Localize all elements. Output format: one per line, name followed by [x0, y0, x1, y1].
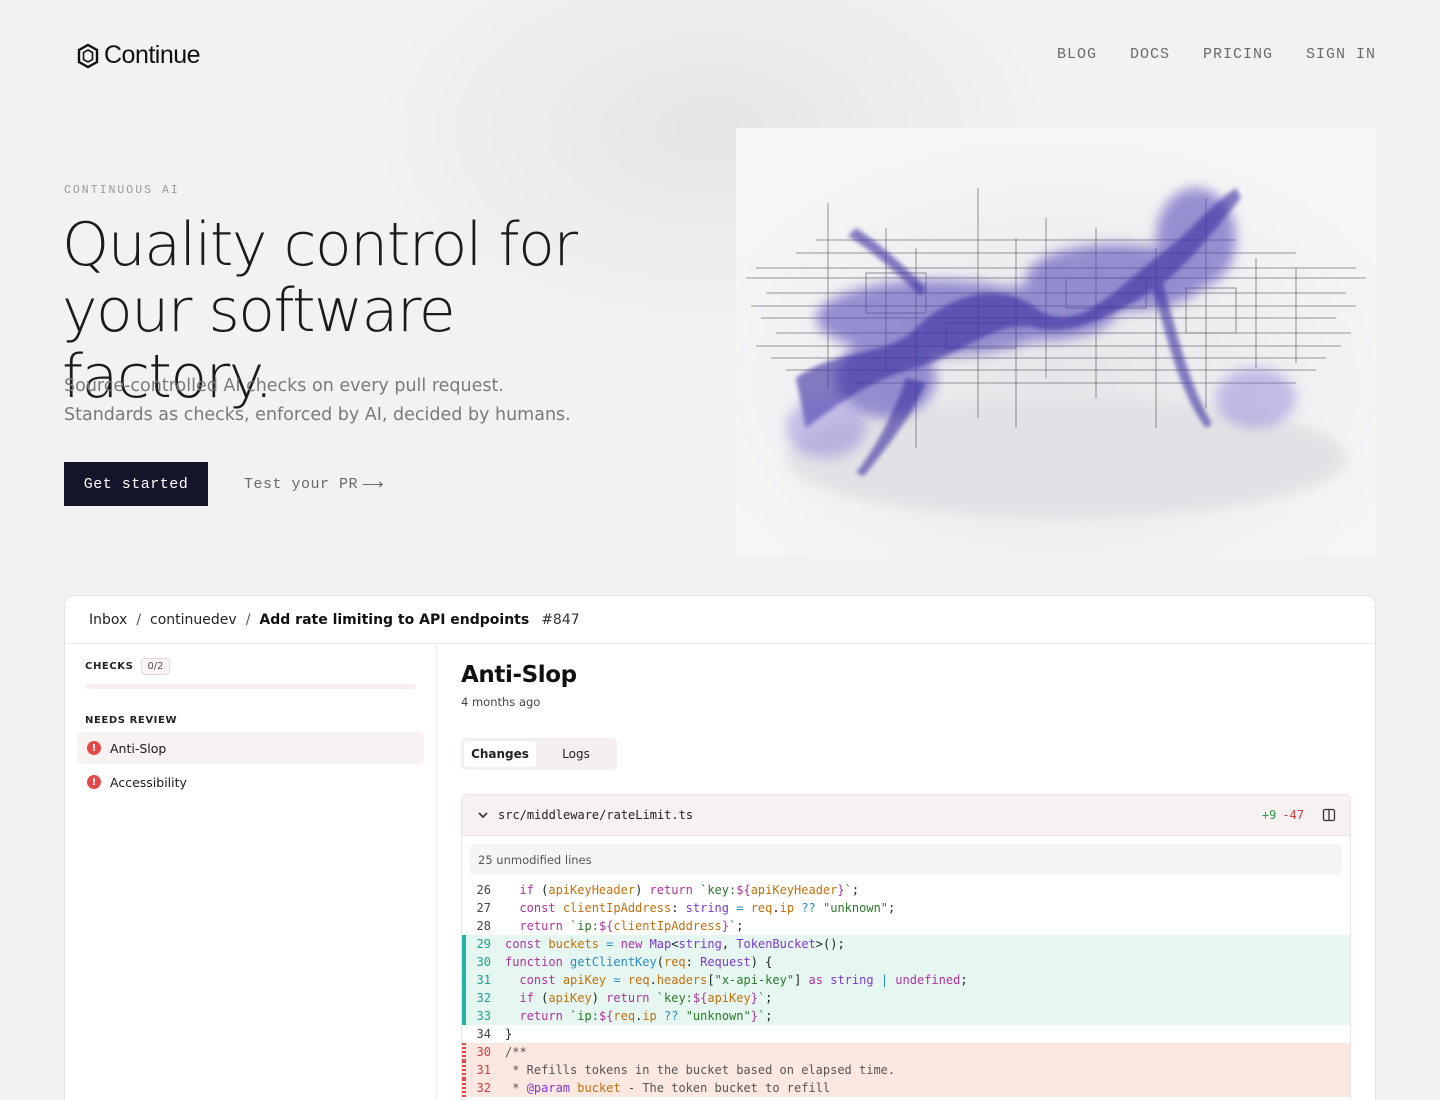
code-line-added: 30 function getClientKey(req: Request) { — [462, 953, 1350, 971]
file-diff: src/middleware/rateLimit.ts +9 -47 25 un… — [461, 794, 1351, 1100]
check-detail: Anti-Slop 4 months ago Changes Logs src/… — [461, 644, 1353, 1100]
breadcrumb-pr-title: Add rate limiting to API endpoints — [259, 611, 530, 628]
test-your-pr-link[interactable]: Test your PR ⟶ — [244, 475, 384, 494]
needs-review-label: NEEDS REVIEW — [85, 715, 178, 726]
check-timestamp: 4 months ago — [461, 695, 541, 709]
ink-circuit-illustration — [736, 128, 1376, 555]
nav-links: BLOG DOCS PRICING SIGN IN — [1057, 46, 1376, 63]
hero-illustration — [736, 128, 1376, 555]
pr-review-window: Inbox / continuedev / Add rate limiting … — [64, 595, 1376, 1100]
check-item-label: Accessibility — [110, 774, 187, 790]
brand-logo[interactable]: Continue — [76, 41, 201, 70]
test-your-pr-label: Test your PR — [244, 476, 359, 493]
code-line: 34} — [476, 1027, 513, 1041]
checks-header: CHECKS 0/2 — [85, 658, 170, 675]
nav-link-docs[interactable]: DOCS — [1130, 46, 1170, 63]
code-line: 28 return `ip:${clientIpAddress}`; — [476, 919, 744, 933]
brand-name: Continue — [104, 41, 201, 69]
continue-logo-icon — [77, 43, 99, 68]
code-line-added: 33 return `ip:${req.ip ?? "unknown"}`; — [462, 1007, 1350, 1025]
code-line: 27 const clientIpAddress: string = req.i… — [476, 901, 896, 915]
breadcrumb-separator: / — [245, 611, 251, 628]
breadcrumb-inbox[interactable]: Inbox — [89, 612, 127, 628]
check-item-label: Anti-Slop — [110, 740, 167, 756]
headline-line-1: Quality control for — [62, 210, 578, 280]
check-item-accessibility[interactable]: ! Accessibility — [77, 766, 424, 798]
code-line-removed: 30/** — [462, 1043, 1350, 1061]
diff-file-header[interactable]: src/middleware/rateLimit.ts +9 -47 — [462, 795, 1350, 836]
diff-stats: +9 -47 — [1262, 808, 1304, 822]
error-icon: ! — [87, 741, 101, 755]
diff-code: 26 if (apiKeyHeader) return `key:${apiKe… — [462, 881, 1350, 1097]
tab-logs[interactable]: Logs — [540, 741, 612, 767]
checks-sidebar: CHECKS 0/2 NEEDS REVIEW ! Anti-Slop ! Ac… — [65, 644, 437, 1100]
code-line-removed: 32 * @param bucket - The token bucket to… — [462, 1079, 1350, 1097]
breadcrumb-pr-number: #847 — [541, 611, 580, 628]
code-line-added: 32 if (apiKey) return `key:${apiKey}`; — [462, 989, 1350, 1007]
nav-link-sign-in[interactable]: SIGN IN — [1306, 46, 1376, 63]
tab-changes[interactable]: Changes — [464, 741, 536, 767]
code-line-added: 29 const buckets = new Map<string, TokenB… — [462, 935, 1350, 953]
nav-link-pricing[interactable]: PRICING — [1203, 46, 1273, 63]
top-nav: Continue BLOG DOCS PRICING SIGN IN — [0, 0, 1440, 112]
arrow-right-icon: ⟶ — [362, 477, 385, 494]
get-started-button[interactable]: Get started — [64, 462, 208, 506]
checks-progress-bar — [85, 684, 416, 689]
hero-subcopy: Source-controlled AI checks on every pul… — [64, 376, 571, 425]
unmodified-lines-toggle[interactable]: 25 unmodified lines — [470, 844, 1342, 875]
error-icon: ! — [87, 775, 101, 789]
breadcrumb-org[interactable]: continuedev — [150, 612, 237, 628]
check-item-anti-slop[interactable]: ! Anti-Slop — [77, 732, 424, 764]
code-line: 26 if (apiKeyHeader) return `key:${apiKe… — [476, 883, 860, 897]
code-line-added: 31 const apiKey = req.headers["x-api-key… — [462, 971, 1350, 989]
detail-tabs: Changes Logs — [461, 738, 617, 770]
code-line-removed: 31 * Refills tokens in the bucket based … — [462, 1061, 1350, 1079]
split-view-icon[interactable] — [1322, 808, 1336, 822]
breadcrumb-separator: / — [136, 611, 142, 628]
diff-file-path: src/middleware/rateLimit.ts — [498, 808, 694, 822]
checks-count-badge: 0/2 — [141, 658, 170, 675]
hero-eyebrow: CONTINUOUS AI — [64, 184, 180, 197]
diff-deletions: -47 — [1282, 808, 1304, 822]
diff-additions: +9 — [1261, 808, 1277, 822]
checks-label: CHECKS — [85, 661, 134, 672]
nav-link-blog[interactable]: BLOG — [1057, 46, 1097, 63]
chevron-down-icon[interactable] — [476, 808, 490, 822]
breadcrumb: Inbox / continuedev / Add rate limiting … — [65, 596, 1375, 644]
check-title: Anti-Slop — [461, 662, 577, 688]
